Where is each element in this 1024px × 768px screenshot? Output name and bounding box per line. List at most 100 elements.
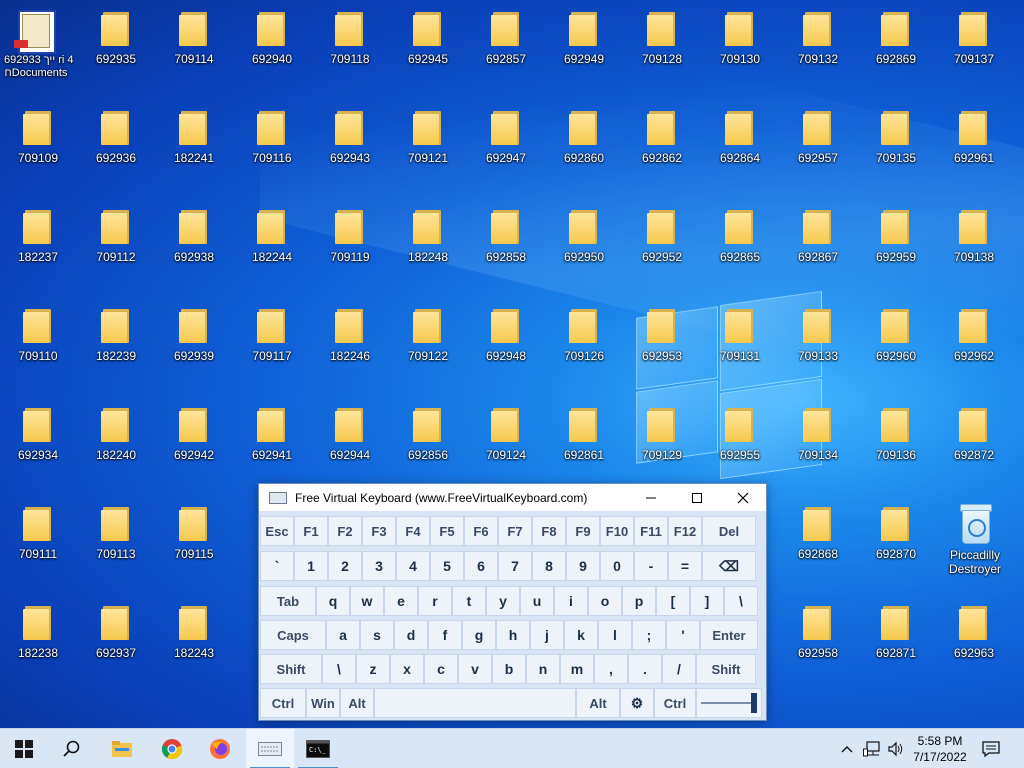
- desktop-folder[interactable]: 182241: [162, 99, 226, 179]
- desktop-folder[interactable]: 692963: [942, 594, 1006, 674]
- desktop-folder[interactable]: 709113: [84, 495, 148, 575]
- desktop-folder[interactable]: 709109: [6, 99, 70, 179]
- desktop-folder[interactable]: 692960: [864, 297, 928, 377]
- desktop-folder[interactable]: 692941: [240, 396, 304, 476]
- key-3-10[interactable]: ;: [632, 620, 666, 650]
- desktop-folder[interactable]: 692961: [942, 99, 1006, 179]
- desktop-folder[interactable]: 692857: [474, 0, 538, 80]
- key-1-3[interactable]: 3: [362, 551, 396, 581]
- key-3-6[interactable]: h: [496, 620, 530, 650]
- desktop-folder[interactable]: 709122: [396, 297, 460, 377]
- maximize-button[interactable]: [674, 484, 720, 511]
- desktop-folder[interactable]: 709129: [630, 396, 694, 476]
- desktop-folder[interactable]: 709132: [786, 0, 850, 80]
- key-0-10[interactable]: F10: [600, 516, 634, 546]
- search-button[interactable]: [48, 729, 96, 768]
- desktop-folder[interactable]: 692953: [630, 297, 694, 377]
- key-1-9[interactable]: 9: [566, 551, 600, 581]
- virtual-keyboard-taskbar-button[interactable]: [246, 729, 294, 768]
- key-4-2[interactable]: z: [356, 654, 390, 684]
- key-0-4[interactable]: F4: [396, 516, 430, 546]
- key-3-0[interactable]: Caps: [260, 620, 326, 650]
- key-2-4[interactable]: r: [418, 586, 452, 616]
- desktop-folder[interactable]: 182240: [84, 396, 148, 476]
- desktop-folder[interactable]: 692944: [318, 396, 382, 476]
- key-3-9[interactable]: l: [598, 620, 632, 650]
- key-0-2[interactable]: F2: [328, 516, 362, 546]
- desktop-folder[interactable]: 709138: [942, 198, 1006, 278]
- desktop-folder[interactable]: 692948: [474, 297, 538, 377]
- key-2-11[interactable]: [: [656, 586, 690, 616]
- key-0-12[interactable]: F12: [668, 516, 702, 546]
- desktop-folder[interactable]: 709115: [162, 495, 226, 575]
- key-2-7[interactable]: u: [520, 586, 554, 616]
- desktop-folder[interactable]: 692870: [864, 495, 928, 575]
- desktop-folder[interactable]: 692943: [318, 99, 382, 179]
- key-0-1[interactable]: F1: [294, 516, 328, 546]
- key-2-3[interactable]: e: [384, 586, 418, 616]
- network-button[interactable]: [860, 729, 884, 768]
- key-1-1[interactable]: 1: [294, 551, 328, 581]
- desktop-folder[interactable]: 709136: [864, 396, 928, 476]
- key-2-10[interactable]: p: [622, 586, 656, 616]
- desktop-folder[interactable]: 692957: [786, 99, 850, 179]
- desktop-folder[interactable]: 709112: [84, 198, 148, 278]
- desktop-folder[interactable]: 692936: [84, 99, 148, 179]
- desktop-folder[interactable]: 692860: [552, 99, 616, 179]
- desktop-folder[interactable]: 182246: [318, 297, 382, 377]
- window-titlebar[interactable]: Free Virtual Keyboard (www.FreeVirtualKe…: [259, 484, 766, 511]
- desktop-folder[interactable]: 692952: [630, 198, 694, 278]
- key-2-1[interactable]: q: [316, 586, 350, 616]
- desktop-folder[interactable]: 692949: [552, 0, 616, 80]
- desktop-folder[interactable]: 182238: [6, 594, 70, 674]
- desktop-folder[interactable]: 692962: [942, 297, 1006, 377]
- desktop-folder[interactable]: 709124: [474, 396, 538, 476]
- key-3-12[interactable]: Enter: [700, 620, 758, 650]
- key-4-12[interactable]: Shift: [696, 654, 756, 684]
- desktop-folder[interactable]: 692872: [942, 396, 1006, 476]
- desktop-folder[interactable]: 692867: [786, 198, 850, 278]
- desktop-folder[interactable]: 692861: [552, 396, 616, 476]
- desktop-folder[interactable]: 182243: [162, 594, 226, 674]
- desktop-folder[interactable]: 692939: [162, 297, 226, 377]
- minimize-button[interactable]: [628, 484, 674, 511]
- desktop-folder[interactable]: 709111: [6, 495, 70, 575]
- desktop-folder[interactable]: 692862: [630, 99, 694, 179]
- key-4-9[interactable]: ,: [594, 654, 628, 684]
- key-0-5[interactable]: F5: [430, 516, 464, 546]
- key-1-2[interactable]: 2: [328, 551, 362, 581]
- key-4-8[interactable]: m: [560, 654, 594, 684]
- desktop-folder[interactable]: 709135: [864, 99, 928, 179]
- key-1-5[interactable]: 5: [430, 551, 464, 581]
- key-5-6[interactable]: Ctrl: [654, 688, 696, 718]
- desktop-folder[interactable]: 709131: [708, 297, 772, 377]
- start-button[interactable]: [0, 729, 48, 768]
- key-1-0[interactable]: `: [260, 551, 294, 581]
- notifications-button[interactable]: [978, 729, 1004, 768]
- desktop-folder[interactable]: 692865: [708, 198, 772, 278]
- desktop-folder[interactable]: 692858: [474, 198, 538, 278]
- desktop-folder[interactable]: 692937: [84, 594, 148, 674]
- desktop-folder[interactable]: 709121: [396, 99, 460, 179]
- desktop-folder[interactable]: 709117: [240, 297, 304, 377]
- key-1-8[interactable]: 8: [532, 551, 566, 581]
- key-5-4[interactable]: Alt: [576, 688, 620, 718]
- desktop-folder[interactable]: 692958: [786, 594, 850, 674]
- desktop-folder[interactable]: 692947: [474, 99, 538, 179]
- key-3-11[interactable]: ': [666, 620, 700, 650]
- key-3-4[interactable]: f: [428, 620, 462, 650]
- key-3-1[interactable]: a: [326, 620, 360, 650]
- desktop-folder[interactable]: 709114: [162, 0, 226, 80]
- key-1-10[interactable]: 0: [600, 551, 634, 581]
- key-0-11[interactable]: F11: [634, 516, 668, 546]
- key-1-13[interactable]: ⌫: [702, 551, 756, 581]
- key-2-0[interactable]: Tab: [260, 586, 316, 616]
- virtual-keyboard-window[interactable]: Free Virtual Keyboard (www.FreeVirtualKe…: [258, 483, 767, 721]
- desktop-folder[interactable]: 692945: [396, 0, 460, 80]
- key-3-5[interactable]: g: [462, 620, 496, 650]
- firefox-button[interactable]: [196, 729, 244, 768]
- key-0-3[interactable]: F3: [362, 516, 396, 546]
- key-2-6[interactable]: y: [486, 586, 520, 616]
- desktop[interactable]: ייך 692933 ri 4 חDocuments 692935 709114 6…: [0, 0, 1024, 728]
- key-1-12[interactable]: =: [668, 551, 702, 581]
